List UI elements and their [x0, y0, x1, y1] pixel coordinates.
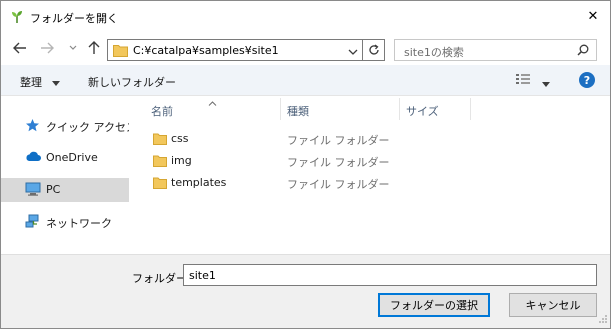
file-type: ファイル フォルダー — [287, 178, 390, 191]
folder-icon — [113, 43, 128, 60]
close-icon: ✕ — [587, 9, 599, 24]
navigation-bar: C:¥catalpa¥samples¥site1 site1の検索 — [1, 32, 610, 65]
chevron-down-icon — [348, 49, 358, 55]
help-icon: ? — [583, 73, 591, 87]
new-folder-button[interactable]: 新しいフォルダー — [88, 74, 176, 90]
search-box[interactable]: site1の検索 — [394, 39, 597, 61]
file-row[interactable]: css ファイル フォルダー — [149, 128, 589, 150]
sidebar-item-network[interactable]: ネットワーク — [1, 210, 129, 234]
computer-icon — [25, 182, 41, 199]
window-title: フォルダーを開く — [30, 12, 118, 25]
folder-icon — [153, 154, 167, 170]
cancel-button[interactable]: キャンセル — [509, 293, 597, 317]
search-placeholder: site1の検索 — [404, 46, 464, 59]
details-view-icon — [516, 74, 530, 84]
forward-button[interactable] — [38, 39, 56, 57]
address-path: C:¥catalpa¥samples¥site1 — [133, 44, 279, 57]
column-size[interactable]: サイズ — [406, 103, 439, 119]
cloud-icon — [25, 150, 41, 165]
folder-field-label: フォルダー: — [132, 272, 191, 285]
open-folder-dialog: フォルダーを開く ✕ C:¥catalpa¥samples¥site1 site… — [0, 0, 611, 329]
column-divider[interactable] — [470, 98, 471, 120]
column-divider[interactable] — [399, 98, 400, 120]
sidebar-item-onedrive[interactable]: OneDrive — [1, 146, 129, 170]
help-button[interactable]: ? — [579, 72, 595, 88]
file-name: css — [171, 132, 189, 145]
file-row[interactable]: templates ファイル フォルダー — [149, 172, 589, 194]
file-list: 名前 種類 サイズ css ファイル フォルダー img ファイル フォルダー — [129, 96, 610, 254]
view-dropdown[interactable] — [542, 77, 550, 90]
app-sprout-icon — [9, 8, 25, 24]
caret-down-icon — [542, 82, 550, 87]
sidebar-item-label: クイック アクセス — [46, 121, 137, 134]
chevron-down-icon — [69, 45, 77, 50]
column-header: 名前 種類 サイズ — [129, 96, 610, 121]
organize-label: 整理 — [20, 76, 42, 89]
network-icon — [25, 214, 41, 232]
resize-grip-icon[interactable] — [598, 314, 608, 327]
up-button[interactable] — [85, 39, 103, 57]
sidebar-item-label: OneDrive — [46, 151, 98, 164]
sidebar-item-label: ネットワーク — [46, 217, 112, 230]
star-pin-icon — [25, 118, 40, 136]
organize-menu[interactable]: 整理 — [20, 74, 60, 90]
sidebar-item-pc[interactable]: PC — [1, 178, 129, 202]
file-type: ファイル フォルダー — [287, 156, 390, 169]
arrow-right-icon — [41, 42, 54, 54]
address-bar[interactable]: C:¥catalpa¥samples¥site1 — [107, 39, 363, 61]
arrow-left-icon — [13, 42, 26, 54]
address-dropdown[interactable] — [348, 46, 358, 59]
file-name: templates — [171, 176, 227, 189]
folder-name-input[interactable] — [183, 264, 597, 286]
command-toolbar: 整理 新しいフォルダー ? — [1, 65, 610, 96]
sidebar-item-quick-access[interactable]: クイック アクセス — [1, 114, 137, 138]
navigation-pane: クイック アクセス OneDrive PC ネットワーク — [1, 96, 137, 254]
folder-icon — [153, 176, 167, 192]
new-folder-label: 新しいフォルダー — [88, 76, 176, 89]
file-type: ファイル フォルダー — [287, 134, 390, 147]
close-button[interactable]: ✕ — [576, 1, 610, 32]
title-bar: フォルダーを開く ✕ — [1, 1, 610, 32]
column-name[interactable]: 名前 — [151, 103, 173, 119]
sort-ascending-icon — [208, 96, 217, 109]
view-options-button[interactable] — [515, 73, 531, 90]
select-folder-button[interactable]: フォルダーの選択 — [378, 293, 490, 317]
file-name: img — [171, 154, 192, 167]
recent-locations-button[interactable] — [64, 39, 82, 57]
folder-icon — [153, 132, 167, 148]
caret-down-icon — [51, 80, 60, 86]
refresh-button[interactable] — [363, 39, 385, 61]
arrow-up-icon — [88, 41, 100, 54]
search-icon — [577, 44, 589, 59]
column-type[interactable]: 種類 — [287, 103, 309, 119]
dialog-footer: フォルダー: フォルダーの選択 キャンセル — [1, 254, 610, 328]
refresh-icon — [368, 44, 379, 55]
column-divider[interactable] — [280, 98, 281, 120]
sidebar-item-label: PC — [46, 183, 61, 196]
back-button[interactable] — [11, 39, 29, 57]
file-row[interactable]: img ファイル フォルダー — [149, 150, 589, 172]
